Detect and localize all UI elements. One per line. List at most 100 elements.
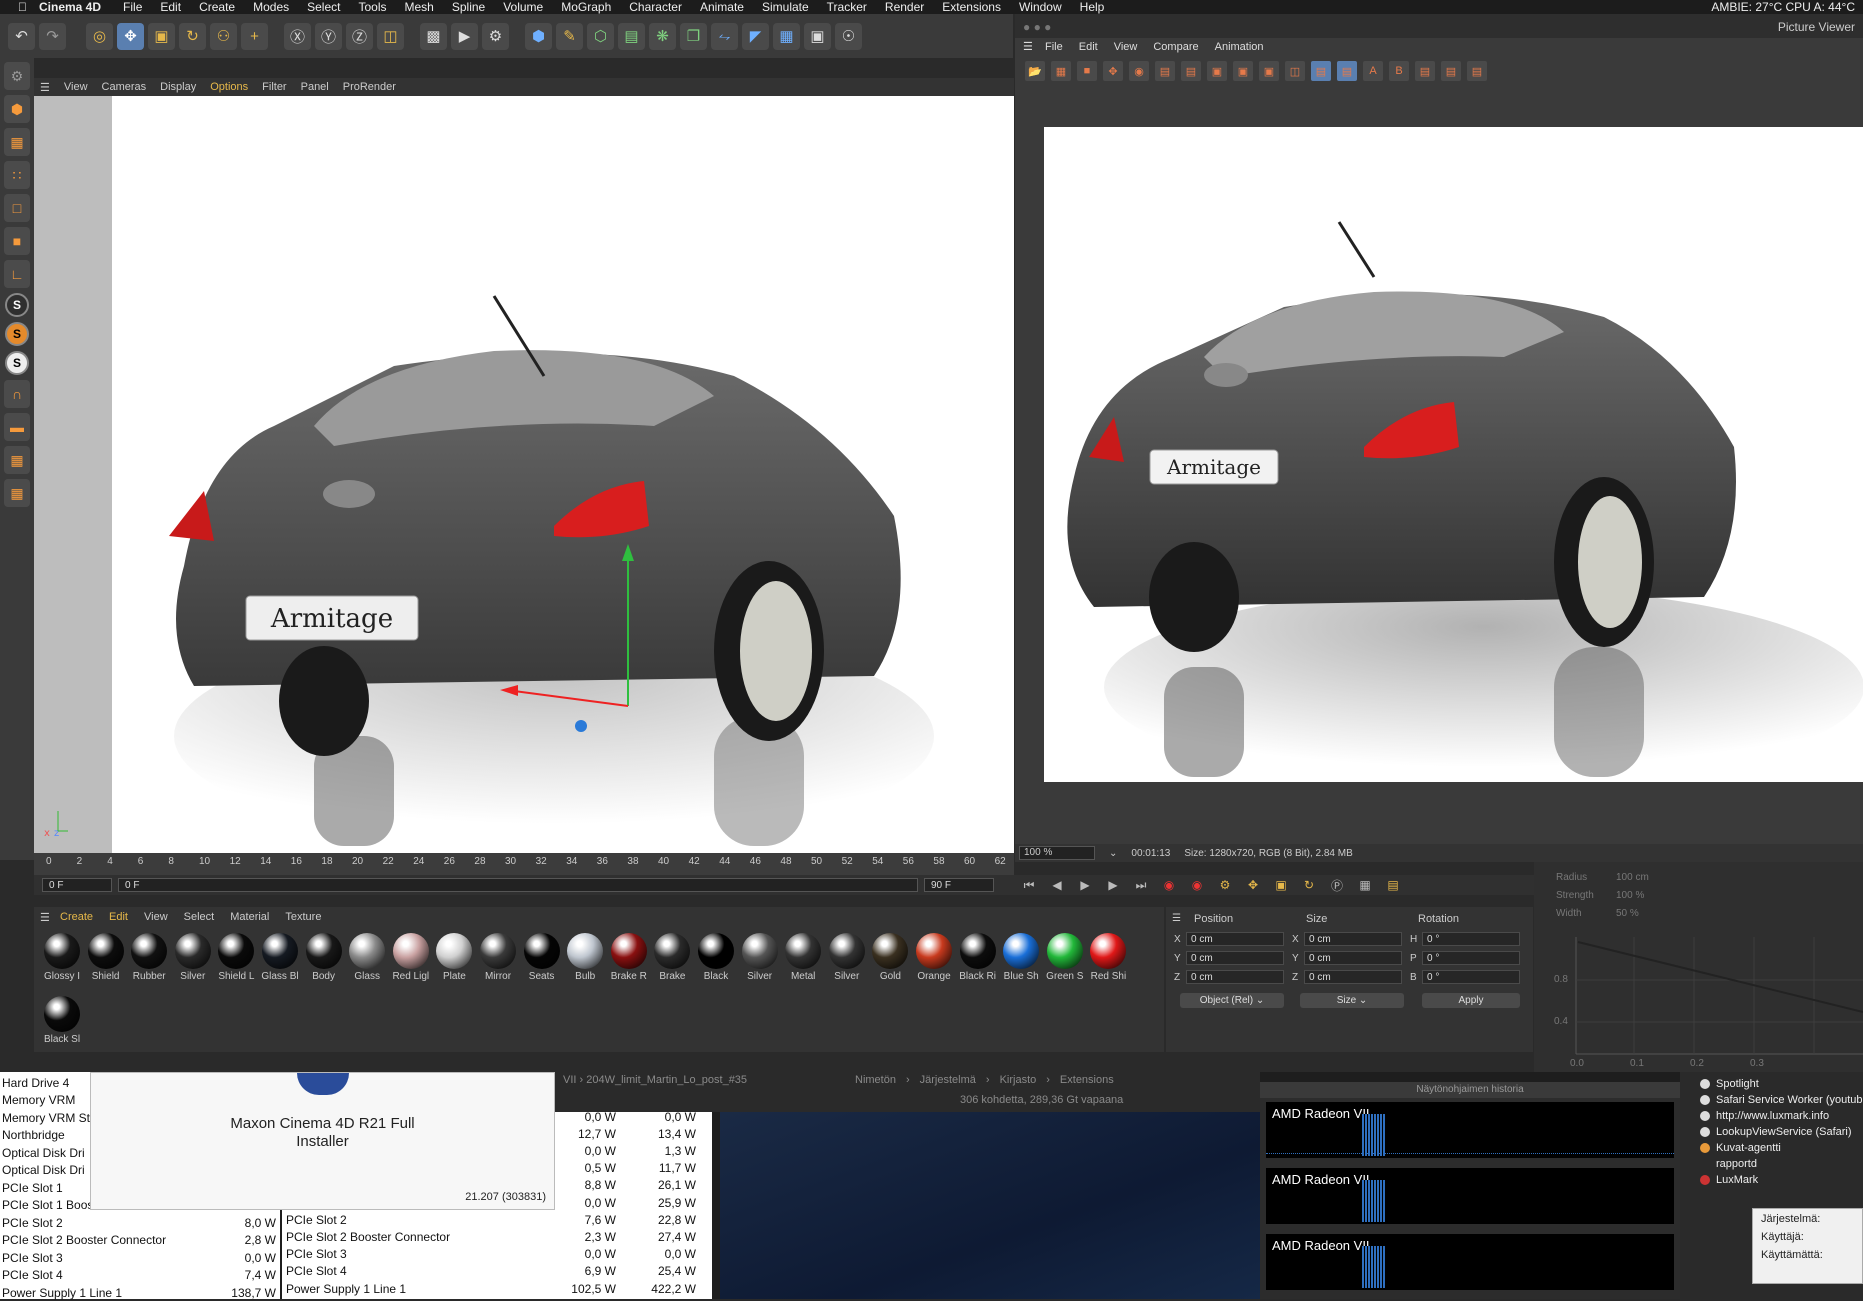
power-row[interactable]: PCIe Slot 2 8,0 W bbox=[2, 1214, 276, 1231]
render-picture-viewer-icon[interactable]: ▶ bbox=[451, 22, 478, 50]
size-z-field[interactable]: 0 cm bbox=[1304, 970, 1402, 984]
navigator-icon[interactable]: ▤ bbox=[1441, 61, 1461, 81]
redo-icon[interactable]: ↷ bbox=[39, 22, 66, 50]
viewport-menu-cameras[interactable]: Cameras bbox=[102, 81, 147, 93]
material-swatch[interactable]: Red Shi bbox=[1088, 933, 1128, 982]
edges-mode-icon[interactable]: □ bbox=[4, 194, 30, 222]
split-view-icon[interactable]: ◫ bbox=[1285, 61, 1305, 81]
copy-icon[interactable]: ▤ bbox=[1155, 61, 1175, 81]
viewport-menu-options[interactable]: Options bbox=[210, 81, 248, 93]
rotate-tool-icon[interactable]: ↻ bbox=[179, 22, 206, 50]
path-kirjasto[interactable]: Kirjasto bbox=[1000, 1074, 1037, 1086]
power-row[interactable]: PCIe Slot 2 Booster Connector 2,3 W 27,4 W bbox=[286, 1228, 706, 1245]
material-menu-select[interactable]: Select bbox=[184, 911, 215, 923]
material-swatch[interactable]: Green S bbox=[1045, 933, 1085, 982]
record-icon[interactable]: ◉ bbox=[1160, 877, 1178, 893]
layer-icon[interactable]: ▤ bbox=[1311, 61, 1331, 81]
position-y-field[interactable]: 0 cm bbox=[1186, 951, 1284, 965]
floor-icon[interactable]: ◤ bbox=[742, 22, 769, 50]
coords-hamburger-icon[interactable]: ☰ bbox=[1172, 913, 1181, 924]
open-icon[interactable]: 📂 bbox=[1025, 61, 1045, 81]
go-to-end-icon[interactable]: ⏭ bbox=[1132, 877, 1150, 893]
power-row[interactable]: PCIe Slot 4 7,4 W bbox=[2, 1267, 276, 1284]
pla-key-icon[interactable]: ▦ bbox=[1356, 877, 1374, 893]
recent-tools-icon[interactable]: ⚇ bbox=[210, 22, 237, 50]
menu-tools[interactable]: Tools bbox=[358, 0, 386, 14]
material-swatch[interactable]: Brake R bbox=[609, 933, 649, 982]
workplane-icon[interactable]: ▬ bbox=[4, 413, 30, 441]
power-row[interactable]: PCIe Slot 3 0,0 W bbox=[2, 1249, 276, 1266]
rotation-p-field[interactable]: 0 ° bbox=[1422, 951, 1520, 965]
current-frame-field[interactable]: 0 F bbox=[118, 878, 918, 892]
menu-file[interactable]: File bbox=[123, 0, 142, 14]
rotation-h-field[interactable]: 0 ° bbox=[1422, 932, 1520, 946]
menu-app-name[interactable]: Cinema 4D bbox=[39, 0, 101, 14]
move-tool-icon[interactable]: ✥ bbox=[117, 22, 144, 50]
path-jarjestelma[interactable]: Järjestelmä bbox=[920, 1074, 976, 1086]
coordinate-system-icon[interactable]: ◫ bbox=[377, 22, 404, 50]
apply-button[interactable]: Apply bbox=[1422, 993, 1520, 1008]
power-row[interactable]: Power Supply 1 Line 1 102,5 W 422,2 W bbox=[286, 1280, 706, 1297]
save-icon[interactable]: ▦ bbox=[1051, 61, 1071, 81]
material-swatch[interactable]: Blue Sh bbox=[1001, 933, 1041, 982]
points-mode-icon[interactable]: ∷ bbox=[4, 161, 30, 189]
installer-window[interactable]: Maxon Cinema 4D R21 Full Installer 21.20… bbox=[90, 1072, 555, 1210]
menu-mesh[interactable]: Mesh bbox=[405, 0, 434, 14]
menu-simulate[interactable]: Simulate bbox=[762, 0, 809, 14]
paste-icon[interactable]: ▤ bbox=[1181, 61, 1201, 81]
material-swatch[interactable]: Metal bbox=[783, 933, 823, 982]
x-axis-lock-icon[interactable]: Ⓧ bbox=[284, 22, 311, 50]
z-axis-lock-icon[interactable]: Ⓩ bbox=[346, 22, 373, 50]
pv-hamburger-icon[interactable]: ☰ bbox=[1023, 40, 1033, 53]
render-region-icon[interactable]: ▣ bbox=[1207, 61, 1227, 81]
keyframe-selection-icon[interactable]: ⚙ bbox=[1216, 877, 1234, 893]
material-swatch[interactable]: Glass bbox=[347, 933, 387, 982]
end-frame-field[interactable]: 90 F bbox=[924, 878, 994, 892]
power-row[interactable]: PCIe Slot 4 6,9 W 25,4 W bbox=[286, 1263, 706, 1280]
power-row[interactable]: PCIe Slot 2 7,6 W 22,8 W bbox=[286, 1211, 706, 1228]
snap-icon[interactable]: S bbox=[5, 293, 29, 317]
material-menu-texture[interactable]: Texture bbox=[285, 911, 321, 923]
process-row[interactable]: LookupViewService (Safari) bbox=[1700, 1124, 1852, 1140]
window-controls-icon[interactable]: ● ● ● bbox=[1023, 20, 1051, 34]
path-extensions[interactable]: Extensions bbox=[1060, 1074, 1114, 1086]
material-swatch[interactable]: Plate bbox=[434, 933, 474, 982]
menu-render[interactable]: Render bbox=[885, 0, 924, 14]
menu-spline[interactable]: Spline bbox=[452, 0, 485, 14]
menu-create[interactable]: Create bbox=[199, 0, 235, 14]
material-swatch[interactable]: Silver bbox=[740, 933, 780, 982]
material-swatch[interactable]: Shield bbox=[86, 933, 126, 982]
pv-menu-file[interactable]: File bbox=[1045, 41, 1063, 53]
size-y-field[interactable]: 0 cm bbox=[1304, 951, 1402, 965]
menu-extensions[interactable]: Extensions bbox=[942, 0, 1001, 14]
subdivision-icon[interactable]: ⬡ bbox=[587, 22, 614, 50]
info-icon[interactable]: ▤ bbox=[1467, 61, 1487, 81]
apple-icon[interactable]:  bbox=[18, 0, 27, 14]
size-mode-select[interactable]: Size ⌄ bbox=[1300, 993, 1404, 1008]
path-nimeton[interactable]: Nimetön bbox=[855, 1074, 896, 1086]
zoom-dropdown-icon[interactable]: ⌄ bbox=[1109, 848, 1117, 859]
material-swatch[interactable]: Black Ri bbox=[958, 933, 998, 982]
parameter-key-icon[interactable]: Ⓟ bbox=[1328, 877, 1346, 893]
start-frame-field[interactable]: 0 F bbox=[42, 878, 112, 892]
sky-icon[interactable]: ▦ bbox=[773, 22, 800, 50]
position-z-field[interactable]: 0 cm bbox=[1186, 970, 1284, 984]
power-row[interactable]: Power Supply 1 Line 1 138,7 W bbox=[2, 1284, 276, 1301]
add-tool-icon[interactable]: + bbox=[241, 22, 268, 50]
material-swatch[interactable]: Brake bbox=[652, 933, 692, 982]
material-menu-material[interactable]: Material bbox=[230, 911, 269, 923]
live-selection-icon[interactable]: ◎ bbox=[86, 22, 113, 50]
polygons-mode-icon[interactable]: ■ bbox=[4, 227, 30, 255]
material-hamburger-icon[interactable]: ☰ bbox=[40, 911, 50, 924]
array-icon[interactable]: ▤ bbox=[618, 22, 645, 50]
deformer-icon[interactable]: ❋ bbox=[649, 22, 676, 50]
prev-key-icon[interactable]: ◀ bbox=[1048, 877, 1066, 893]
stop-icon[interactable]: ■ bbox=[1077, 61, 1097, 81]
material-swatch[interactable]: Shield L bbox=[216, 933, 256, 982]
material-swatch[interactable]: Bulb bbox=[565, 933, 605, 982]
autokey-icon[interactable]: ◉ bbox=[1188, 877, 1206, 893]
material-swatch[interactable]: Black Sl bbox=[42, 996, 82, 1045]
timeline-ruler[interactable]: 0 2 4 6 8 10 12 14 16 18 20 22 24 26 28 30 32 34 36 38 40 42 4… bbox=[34, 853, 1014, 875]
scale-tool-icon[interactable]: ▣ bbox=[148, 22, 175, 50]
process-row[interactable]: LuxMark bbox=[1700, 1172, 1758, 1188]
